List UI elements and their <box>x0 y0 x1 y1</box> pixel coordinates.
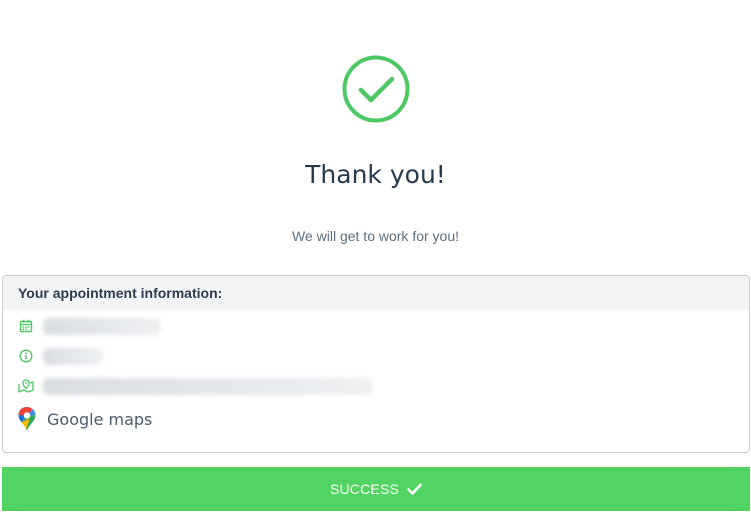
page-subtitle: We will get to work for you! <box>291 228 460 244</box>
info-icon <box>17 347 35 365</box>
appointment-address-row <box>17 377 373 395</box>
success-label: SUCCESS <box>329 481 400 497</box>
appointment-date-value <box>43 317 161 335</box>
appointment-date-row <box>17 317 161 335</box>
page-title: Thank you! <box>305 160 446 189</box>
success-status-bar: SUCCESS <box>2 467 750 511</box>
appointment-info-row <box>17 347 103 365</box>
google-maps-link[interactable]: Google maps <box>17 406 152 432</box>
calendar-icon <box>17 317 35 335</box>
map-icon <box>17 377 35 395</box>
appointment-card: Your appointment information: Google map… <box>2 275 750 453</box>
appointment-address-value <box>43 377 373 395</box>
google-maps-label[interactable]: Google maps <box>47 410 152 429</box>
checkmark-icon <box>407 483 422 495</box>
appointment-info-value <box>43 347 103 365</box>
google-maps-pin-icon <box>17 406 37 432</box>
check-circle-icon <box>342 55 410 123</box>
appointment-header: Your appointment information: <box>3 276 749 310</box>
confirmation-page: Thank you! We will get to work for you! … <box>0 0 751 520</box>
